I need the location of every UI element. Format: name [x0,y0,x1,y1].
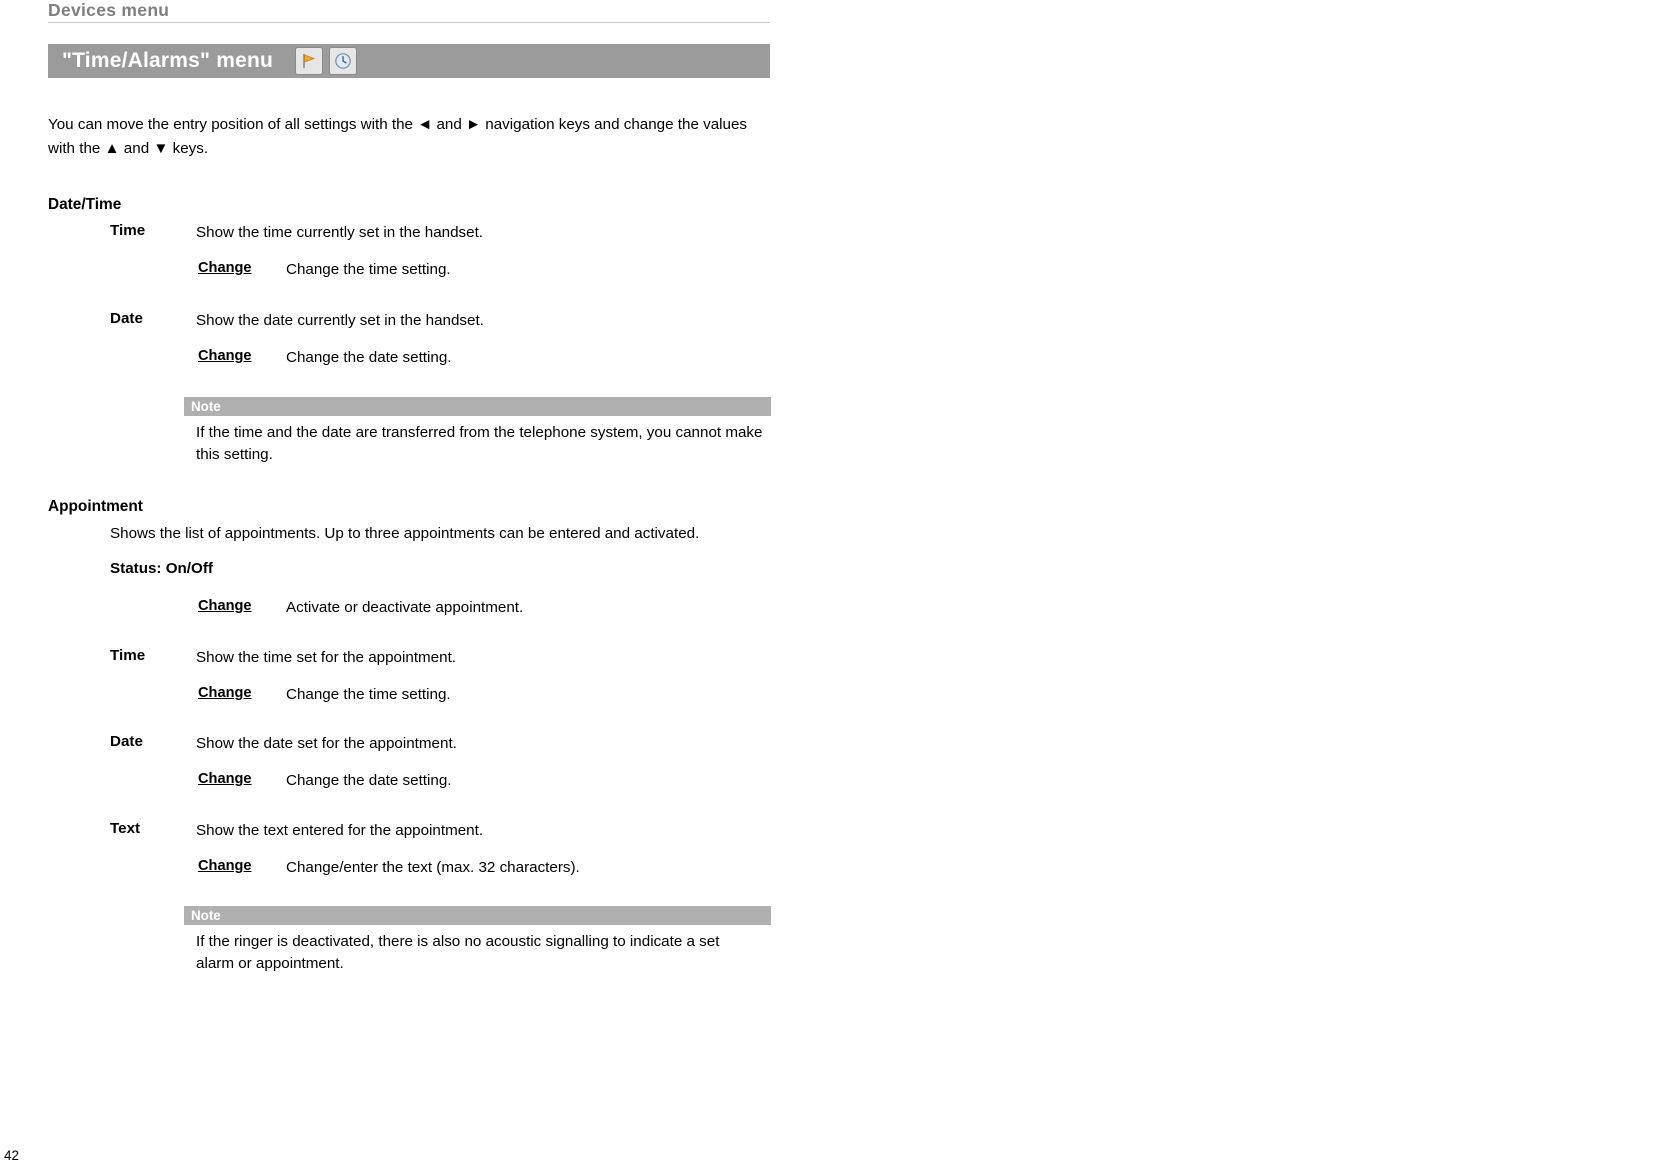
change-link-time[interactable]: Change [198,260,252,276]
desc-date: Show the date currently set in the hands… [196,312,484,329]
note-text-1: If the time and the date are transferred… [196,424,763,463]
change-desc-appointment-date: Change the date setting. [286,772,452,789]
label-appointment-status: Status: On/Off [110,560,213,577]
change-desc-date: Change the date setting. [286,349,452,366]
heading-date-time: Date/Time [48,196,122,213]
right-page: Devices menu Alarm clock Shows the list … [833,0,1665,1171]
change-link-appointment-status[interactable]: Change [198,598,252,614]
note-title-2: Note [191,908,221,923]
note-bar-1: Note [184,397,771,416]
desc-appointment: Shows the list of appointments. Up to th… [110,525,700,542]
page-title: "Time/Alarms" menu [62,49,274,72]
label-appointment-date: Date [110,733,143,750]
running-head-left: Devices menu [48,0,170,20]
change-link-date[interactable]: Change [198,348,252,364]
left-page: Devices menu "Time/Alarms" menu You can … [0,0,832,1171]
note-title-1: Note [191,399,221,414]
label-time: Time [110,222,146,239]
note-text-2: If the ringer is deactivated, there is a… [196,933,720,972]
header-rule-left [48,22,770,23]
title-icon-group [295,47,358,75]
desc-appointment-date: Show the date set for the appointment. [196,735,457,752]
desc-appointment-time: Show the time set for the appointment. [196,649,457,666]
label-date: Date [110,310,143,327]
note-bar-2: Note [184,906,771,925]
heading-appointment: Appointment [48,498,143,515]
label-appointment-text: Text [110,820,141,837]
intro-paragraph: You can move the entry position of all s… [48,116,748,157]
label-appointment-time: Time [110,647,146,664]
flag-icon [295,47,324,75]
desc-time: Show the time currently set in the hands… [196,224,484,241]
change-desc-appointment-status: Activate or deactivate appointment. [286,599,524,616]
change-link-appointment-date[interactable]: Change [198,771,252,787]
change-link-appointment-text[interactable]: Change [198,858,252,874]
desc-appointment-text: Show the text entered for the appointmen… [196,822,484,839]
section-title-bar: "Time/Alarms" menu [48,44,770,78]
clock-icon [329,47,358,75]
page-number-left: 42 [4,1148,20,1163]
change-link-appointment-time[interactable]: Change [198,685,252,701]
change-desc-appointment-time: Change the time setting. [286,686,451,703]
change-desc-appointment-text: Change/enter the text (max. 32 character… [286,859,580,876]
change-desc-time: Change the time setting. [286,261,451,278]
